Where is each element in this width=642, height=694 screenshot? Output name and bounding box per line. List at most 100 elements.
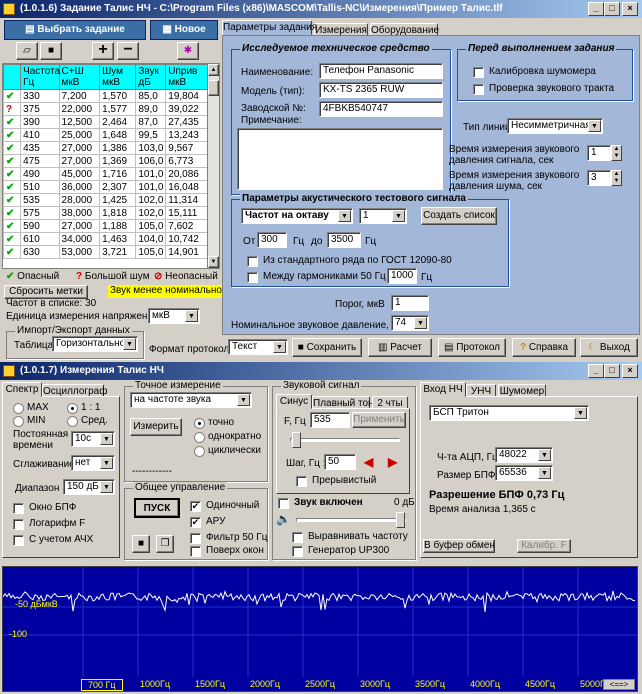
- freq-field[interactable]: 535: [310, 412, 350, 428]
- save-icon-button[interactable]: ■: [40, 42, 62, 60]
- smoothing-select[interactable]: нет ▼: [71, 455, 115, 471]
- table-cell[interactable]: 11,314: [165, 193, 207, 207]
- table-row[interactable]: ✔ 535 28,000 1,425 102,0 11,314: [3, 193, 207, 207]
- maximize-button-2[interactable]: □: [604, 364, 620, 378]
- table-cell[interactable]: 6,773: [165, 154, 207, 168]
- threshold-field[interactable]: 1: [391, 295, 429, 311]
- table-cell[interactable]: 25,000: [58, 128, 101, 142]
- table-cell[interactable]: 575: [20, 206, 60, 220]
- calibrate-f-button[interactable]: Калибр. F: [517, 539, 571, 553]
- table-cell[interactable]: 535: [20, 193, 60, 207]
- col-header-sound[interactable]: Звук дБ: [135, 64, 167, 90]
- table-cell[interactable]: 34,000: [58, 232, 101, 246]
- table-row[interactable]: ✔ 435 27,000 1,386 103,0 9,567: [3, 141, 207, 155]
- min-radio[interactable]: [13, 416, 24, 427]
- sensor-select[interactable]: БСП Тритон ▼: [429, 405, 589, 421]
- table-cell[interactable]: 1,818: [99, 206, 137, 220]
- noise-time-stepper[interactable]: ▲ ▼: [611, 170, 622, 186]
- sound-enabled-checkbox[interactable]: [278, 498, 289, 509]
- table-orientation-select[interactable]: Горизонтально ▼: [52, 336, 138, 352]
- table-cell[interactable]: 102,0: [135, 193, 167, 207]
- align-freq-checkbox[interactable]: [292, 532, 303, 543]
- table-row[interactable]: ✔ 475 27,000 1,369 106,0 6,773: [3, 154, 207, 168]
- table-cell[interactable]: 103,0: [135, 141, 167, 155]
- table-cell[interactable]: 27,000: [58, 141, 101, 155]
- table-cell[interactable]: 20,086: [165, 167, 207, 181]
- serial-field[interactable]: 4FBKB540747: [319, 101, 443, 117]
- clipboard-button[interactable]: В буфер обмена: [423, 539, 495, 553]
- col-header-freq[interactable]: Частота Гц: [20, 64, 60, 90]
- add-row-button[interactable]: +: [92, 42, 114, 60]
- filter-50hz-checkbox[interactable]: [190, 533, 201, 544]
- table-row[interactable]: ✔ 575 38,000 1,818 102,0 15,111: [3, 206, 207, 220]
- table-cell[interactable]: 1,577: [99, 102, 137, 116]
- create-list-button[interactable]: Создать список: [421, 207, 497, 225]
- afc-checkbox[interactable]: [13, 535, 24, 546]
- minimize-button[interactable]: _: [588, 2, 604, 16]
- table-cell[interactable]: 10,742: [165, 232, 207, 246]
- tab-sine[interactable]: Синус: [276, 394, 312, 409]
- spectrum-plot[interactable]: -50 дБмкВ -100 700 Гц 1000Гц 1500Гц 2000Гц 2…: [2, 566, 638, 692]
- table-cell[interactable]: 1,425: [99, 193, 137, 207]
- freq-slider-thumb[interactable]: [292, 432, 301, 448]
- table-cell[interactable]: 105,0: [135, 219, 167, 233]
- table-cell[interactable]: 1,570: [99, 89, 137, 103]
- table-cell[interactable]: 1,369: [99, 154, 137, 168]
- calibration-checkbox[interactable]: [473, 67, 484, 78]
- table-cell[interactable]: 475: [20, 154, 60, 168]
- table-cell[interactable]: 1,188: [99, 219, 137, 233]
- table-row[interactable]: ? 375 22,000 1,577 89,0 39,022: [3, 102, 207, 116]
- scroll-thumb[interactable]: [208, 80, 219, 96]
- table-cell[interactable]: 101,0: [135, 180, 167, 194]
- device-model-field[interactable]: KX-TS 2365 RUW: [319, 82, 443, 98]
- table-cell[interactable]: 53,000: [58, 245, 101, 259]
- volume-slider-track[interactable]: [296, 518, 406, 522]
- reset-marks-button[interactable]: Сбросить метки: [4, 285, 88, 299]
- table-cell[interactable]: 610: [20, 232, 60, 246]
- freq-slider-track[interactable]: [290, 438, 400, 442]
- range-select[interactable]: 150 дБ ▼: [63, 479, 115, 495]
- table-cell[interactable]: 16,048: [165, 180, 207, 194]
- table-cell[interactable]: 490: [20, 167, 60, 181]
- col-header-sn[interactable]: С+Ш мкВ: [58, 64, 101, 90]
- table-row[interactable]: ✔ 490 45,000 1,716 101,0 20,086: [3, 167, 207, 181]
- signal-time-stepper[interactable]: ▲ ▼: [611, 145, 622, 161]
- harmonics-freq-field[interactable]: 1000: [387, 268, 417, 284]
- start-button[interactable]: ПУСК: [134, 498, 180, 518]
- generator-checkbox[interactable]: [292, 546, 303, 557]
- table-cell[interactable]: 510: [20, 180, 60, 194]
- table-cell[interactable]: 38,000: [58, 206, 101, 220]
- table-cell[interactable]: 3,721: [99, 245, 137, 259]
- table-cell[interactable]: 19,804: [165, 89, 207, 103]
- table-cell[interactable]: 14,901: [165, 245, 207, 259]
- time-const-select[interactable]: 10с ▼: [71, 431, 115, 447]
- max-radio[interactable]: [13, 403, 24, 414]
- table-cell[interactable]: 1,463: [99, 232, 137, 246]
- step-field[interactable]: 50: [324, 454, 356, 470]
- octave-mode-select[interactable]: Частот на октаву ▼: [241, 208, 353, 224]
- table-cell[interactable]: 85,0: [135, 89, 167, 103]
- tab-task-params[interactable]: Параметры задания: [222, 20, 317, 35]
- table-cell[interactable]: 630: [20, 245, 60, 259]
- table-cell[interactable]: 390: [20, 115, 60, 129]
- log-f-checkbox[interactable]: [13, 519, 24, 530]
- col-header-uref[interactable]: Uприв мкВ: [165, 64, 207, 90]
- table-cell[interactable]: 104,0: [135, 232, 167, 246]
- close-button-2[interactable]: ×: [622, 364, 638, 378]
- table-scrollbar[interactable]: ▲ ▼: [207, 63, 220, 269]
- measure-button[interactable]: Измерить: [130, 418, 182, 436]
- table-cell[interactable]: 106,0: [135, 154, 167, 168]
- table-cell[interactable]: 28,000: [58, 193, 101, 207]
- nominal-pressure-select[interactable]: 74 ▼: [391, 315, 429, 331]
- table-cell[interactable]: 1,648: [99, 128, 137, 142]
- calc-button[interactable]: ▥ Расчет: [368, 338, 432, 357]
- table-cell[interactable]: 27,435: [165, 115, 207, 129]
- table-cell[interactable]: 101,0: [135, 167, 167, 181]
- table-cell[interactable]: 410: [20, 128, 60, 142]
- table-cell[interactable]: 39,022: [165, 102, 207, 116]
- palette-button[interactable]: ✱: [177, 42, 199, 60]
- table-row[interactable]: ✔ 410 25,000 1,648 99,5 13,243: [3, 128, 207, 142]
- window2-titlebar[interactable]: (1.0.1.7) Измерения Талис НЧ: [0, 362, 642, 380]
- precise-mode-select[interactable]: на частоте звука ▼: [130, 392, 252, 408]
- table-cell[interactable]: 27,000: [58, 219, 101, 233]
